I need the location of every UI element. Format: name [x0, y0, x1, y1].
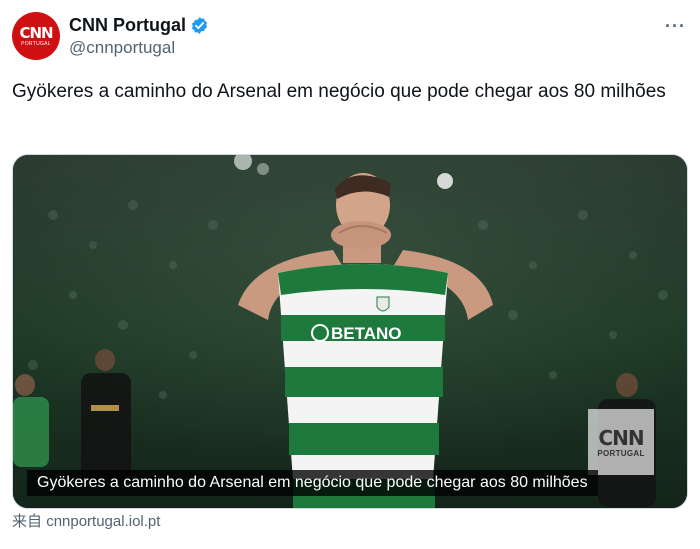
- name-row: CNN Portugal: [69, 14, 209, 36]
- account-name[interactable]: CNN Portugal: [69, 14, 186, 36]
- avatar[interactable]: CNN PORTUGAL: [12, 12, 60, 60]
- tweet-text: Gyökeres a caminho do Arsenal em negócio…: [12, 81, 666, 102]
- avatar-logo: CNN: [19, 23, 53, 42]
- avatar-subtext: PORTUGAL: [21, 40, 51, 47]
- tweet-media[interactable]: BETANO CNN PORTUGAL Gyökeres a caminho d…: [12, 154, 688, 509]
- more-options-icon[interactable]: ···: [665, 16, 686, 37]
- shirt-sponsor-text: BETANO: [331, 324, 402, 343]
- source-prefix: 来自: [12, 513, 43, 530]
- tweet-header: CNN PORTUGAL CNN Portugal @cnnportugal ·…: [12, 12, 688, 62]
- watermark-logo: CNN: [598, 425, 644, 450]
- account-handle[interactable]: @cnnportugal: [69, 38, 175, 58]
- media-caption: Gyökeres a caminho do Arsenal em negócio…: [27, 470, 598, 496]
- photo-scene: BETANO: [13, 155, 687, 508]
- verified-badge-icon: [191, 16, 208, 34]
- link-source[interactable]: 来自 cnnportugal.iol.pt: [12, 513, 160, 531]
- watermark-subtext: PORTUGAL: [597, 448, 645, 458]
- source-domain-link[interactable]: cnnportugal.iol.pt: [46, 513, 160, 530]
- cnn-portugal-watermark: CNN PORTUGAL: [588, 409, 654, 475]
